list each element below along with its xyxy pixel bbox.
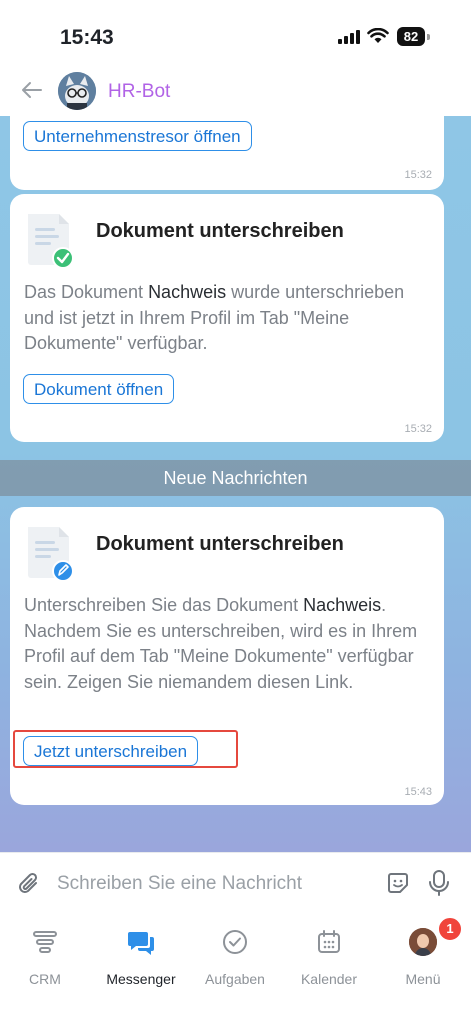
tab-tasks[interactable]: Aufgaben [190, 926, 280, 987]
chat-title[interactable]: HR-Bot [108, 81, 170, 103]
status-bar: 15:43 82 [0, 0, 471, 70]
tab-label: CRM [29, 971, 61, 987]
document-signed-check-icon [28, 214, 73, 268]
cat-avatar-icon [58, 72, 96, 110]
bottom-tab-bar: CRM Messenger Aufgaben Kalender Menü 1 [0, 914, 471, 1024]
wifi-icon [367, 28, 389, 43]
document-sign-pen-icon [28, 527, 73, 581]
cellular-signal-icon [338, 30, 360, 44]
message-title: Dokument unterschreiben [96, 220, 344, 242]
tab-calendar[interactable]: Kalender [284, 926, 374, 987]
messenger-icon [128, 932, 154, 955]
calendar-icon [318, 930, 340, 953]
back-arrow-icon[interactable] [20, 78, 44, 102]
profile-avatar [409, 928, 437, 956]
body-text: Unterschreiben Sie das Dokument [24, 595, 304, 615]
battery-tip [427, 34, 430, 40]
tab-label: Menü [405, 971, 441, 987]
new-messages-divider: Neue Nachrichten [0, 460, 471, 496]
sticker-icon[interactable] [386, 871, 410, 895]
message-time: 15:32 [404, 423, 432, 435]
notification-badge: 1 [437, 916, 463, 942]
message-body: Das Dokument Nachweis wurde unterschrieb… [24, 280, 434, 357]
document-name: Nachweis [148, 282, 227, 302]
status-time: 15:43 [60, 26, 114, 49]
message-body: Unterschreiben Sie das Dokument Nachweis… [24, 593, 434, 695]
battery-level: 82 [397, 27, 425, 46]
open-document-button[interactable]: Dokument öffnen [23, 374, 175, 404]
chat-header: HR-Bot [0, 70, 471, 116]
tab-label: Kalender [300, 971, 358, 987]
message-card-signed: Dokument unterschreiben Das Dokument Nac… [10, 194, 444, 442]
tab-crm[interactable]: CRM [0, 926, 90, 987]
message-card-sign-request: Dokument unterschreiben Unterschreiben S… [10, 507, 444, 805]
message-input[interactable]: Schreiben Sie eine Nachricht [57, 873, 302, 895]
tasks-check-icon [223, 930, 247, 954]
message-time: 15:32 [404, 169, 432, 181]
sign-now-button[interactable]: Jetzt unterschreiben [23, 736, 199, 766]
chat-area[interactable]: Unternehmenstresor öffnen 15:32 Dokument… [0, 116, 471, 852]
open-vault-button[interactable]: Unternehmenstresor öffnen [23, 121, 252, 151]
person-avatar-icon [409, 928, 437, 956]
message-card-vault: Unternehmenstresor öffnen 15:32 [10, 116, 444, 190]
message-composer: Schreiben Sie eine Nachricht [0, 852, 471, 915]
tab-label: Messenger [106, 971, 176, 987]
microphone-icon[interactable] [428, 869, 450, 897]
message-title: Dokument unterschreiben [96, 533, 344, 555]
bot-avatar[interactable] [58, 72, 96, 110]
crm-funnel-icon [33, 931, 57, 953]
message-time: 15:43 [404, 786, 432, 798]
paperclip-icon[interactable] [16, 871, 42, 897]
body-text: Das Dokument [24, 282, 149, 302]
document-name: Nachweis [303, 595, 382, 615]
tab-messenger[interactable]: Messenger [96, 926, 186, 987]
tab-label: Aufgaben [205, 971, 265, 987]
